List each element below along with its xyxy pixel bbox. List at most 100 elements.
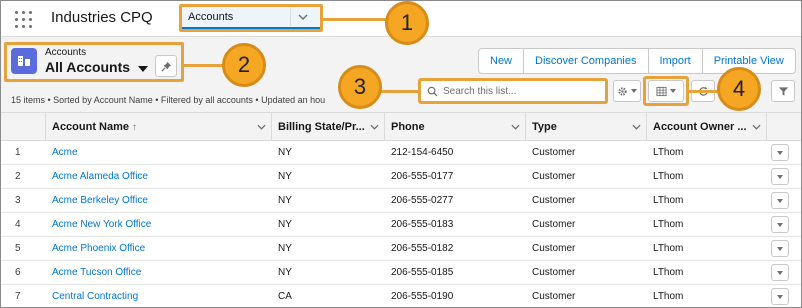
caret-down-icon[interactable] (138, 66, 148, 72)
callout-1: 1 (385, 1, 429, 45)
row-actions-button[interactable] (771, 168, 789, 185)
app-frame: Industries CPQ Accounts Accounts All Acc… (0, 0, 802, 308)
row-actions-button[interactable] (771, 144, 789, 161)
row-actions-button[interactable] (771, 264, 789, 281)
row-number: 5 (15, 243, 21, 254)
column-header-phone[interactable]: Phone (385, 113, 526, 141)
row-actions-button[interactable] (771, 216, 789, 233)
nav-tab-accounts[interactable]: Accounts (179, 4, 323, 32)
callout-3: 3 (338, 65, 382, 109)
table-row: 1 Acme NY 212-154-6450 Customer LThom (1, 141, 801, 165)
list-view-info: 15 items • Sorted by Account Name • Filt… (11, 95, 326, 105)
account-name-link[interactable]: Acme Tucson Office (52, 261, 141, 285)
search-icon (427, 86, 438, 97)
callout-connector (323, 18, 387, 21)
owner-cell: LThom (653, 267, 684, 278)
billing-state-cell: NY (278, 171, 292, 182)
chevron-down-icon (777, 150, 783, 155)
owner-cell: LThom (653, 195, 684, 206)
row-number: 3 (15, 195, 21, 206)
row-actions-button[interactable] (771, 240, 789, 257)
billing-state-cell: NY (278, 147, 292, 158)
phone-cell: 206-555-0277 (391, 195, 454, 206)
owner-cell: LThom (653, 147, 684, 158)
row-actions-button[interactable] (771, 288, 789, 305)
row-number: 6 (15, 267, 21, 278)
gear-icon (618, 86, 627, 96)
table-icon (656, 86, 667, 96)
discover-companies-button[interactable]: Discover Companies (524, 49, 649, 73)
display-as-button[interactable] (648, 80, 684, 102)
search-list-field[interactable] (418, 78, 608, 104)
row-number: 2 (15, 171, 21, 182)
type-cell: Customer (532, 267, 576, 278)
phone-cell: 206-555-0190 (391, 291, 454, 302)
callout-2: 2 (222, 43, 266, 87)
object-label: Accounts (45, 47, 87, 58)
row-number-header (1, 113, 46, 141)
pin-icon (160, 61, 171, 72)
account-icon (11, 48, 37, 74)
billing-state-cell: CA (278, 291, 292, 302)
owner-cell: LThom (653, 243, 684, 254)
owner-cell: LThom (653, 171, 684, 182)
list-view-name[interactable]: All Accounts (45, 59, 130, 75)
pin-button[interactable] (155, 55, 177, 77)
filter-button[interactable] (771, 80, 795, 102)
type-cell: Customer (532, 243, 576, 254)
account-name-link[interactable]: Acme New York Office (52, 213, 151, 237)
column-header-billing-state[interactable]: Billing State/Pr... (272, 113, 385, 141)
type-cell: Customer (532, 291, 576, 302)
new-button[interactable]: New (479, 49, 525, 73)
table-row: 7 Central Contracting CA 206-555-0190 Cu… (1, 285, 801, 307)
filter-icon (778, 86, 788, 96)
chevron-down-icon (777, 198, 783, 203)
search-input[interactable] (443, 83, 603, 99)
type-cell: Customer (532, 171, 576, 182)
account-name-link[interactable]: Acme Phoenix Office (52, 237, 145, 261)
chevron-down-icon (631, 89, 637, 93)
row-actions-button[interactable] (771, 192, 789, 209)
row-number: 7 (15, 291, 21, 302)
account-name-link[interactable]: Acme Alameda Office (52, 165, 148, 189)
table-row: 5 Acme Phoenix Office NY 206-555-0182 Cu… (1, 237, 801, 261)
column-header-account-owner[interactable]: Account Owner ... (647, 113, 767, 141)
import-button[interactable]: Import (649, 49, 703, 73)
list-settings-button[interactable] (613, 80, 641, 102)
account-name-link[interactable]: Acme Berkeley Office (52, 189, 148, 213)
sort-ascending-icon: ↑ (132, 122, 138, 133)
chevron-down-icon[interactable] (290, 8, 314, 26)
row-number: 1 (15, 147, 21, 158)
phone-cell: 212-154-6450 (391, 147, 454, 158)
row-number: 4 (15, 219, 21, 230)
list-view-title: Accounts All Accounts (4, 42, 184, 82)
callout-4: 4 (717, 67, 761, 111)
chevron-down-icon (511, 124, 520, 130)
chevron-down-icon (777, 246, 783, 251)
callout-connector (689, 90, 719, 93)
table-row: 2 Acme Alameda Office NY 206-555-0177 Cu… (1, 165, 801, 189)
callout-connector (184, 64, 224, 67)
app-name: Industries CPQ (51, 9, 153, 26)
chevron-down-icon (777, 222, 783, 227)
table-row: 3 Acme Berkeley Office NY 206-555-0277 C… (1, 189, 801, 213)
table-row: 6 Acme Tucson Office NY 206-555-0185 Cus… (1, 261, 801, 285)
column-header-type[interactable]: Type (526, 113, 647, 141)
phone-cell: 206-555-0182 (391, 243, 454, 254)
phone-cell: 206-555-0183 (391, 219, 454, 230)
chevron-down-icon (370, 124, 379, 130)
table-row: 4 Acme New York Office NY 206-555-0183 C… (1, 213, 801, 237)
app-launcher-icon[interactable] (15, 11, 32, 28)
owner-cell: LThom (653, 219, 684, 230)
column-header-account-name[interactable]: Account Name ↑ (46, 113, 272, 141)
chevron-down-icon (632, 124, 641, 130)
table-header: Account Name ↑ Billing State/Pr... Phone … (1, 113, 801, 141)
account-name-link[interactable]: Acme (52, 141, 78, 165)
chevron-down-icon (670, 89, 676, 93)
billing-state-cell: NY (278, 219, 292, 230)
nav-tab-label: Accounts (188, 11, 234, 23)
callout-connector (381, 90, 419, 93)
chevron-down-icon (777, 174, 783, 179)
account-name-link[interactable]: Central Contracting (52, 285, 138, 307)
billing-state-cell: NY (278, 243, 292, 254)
